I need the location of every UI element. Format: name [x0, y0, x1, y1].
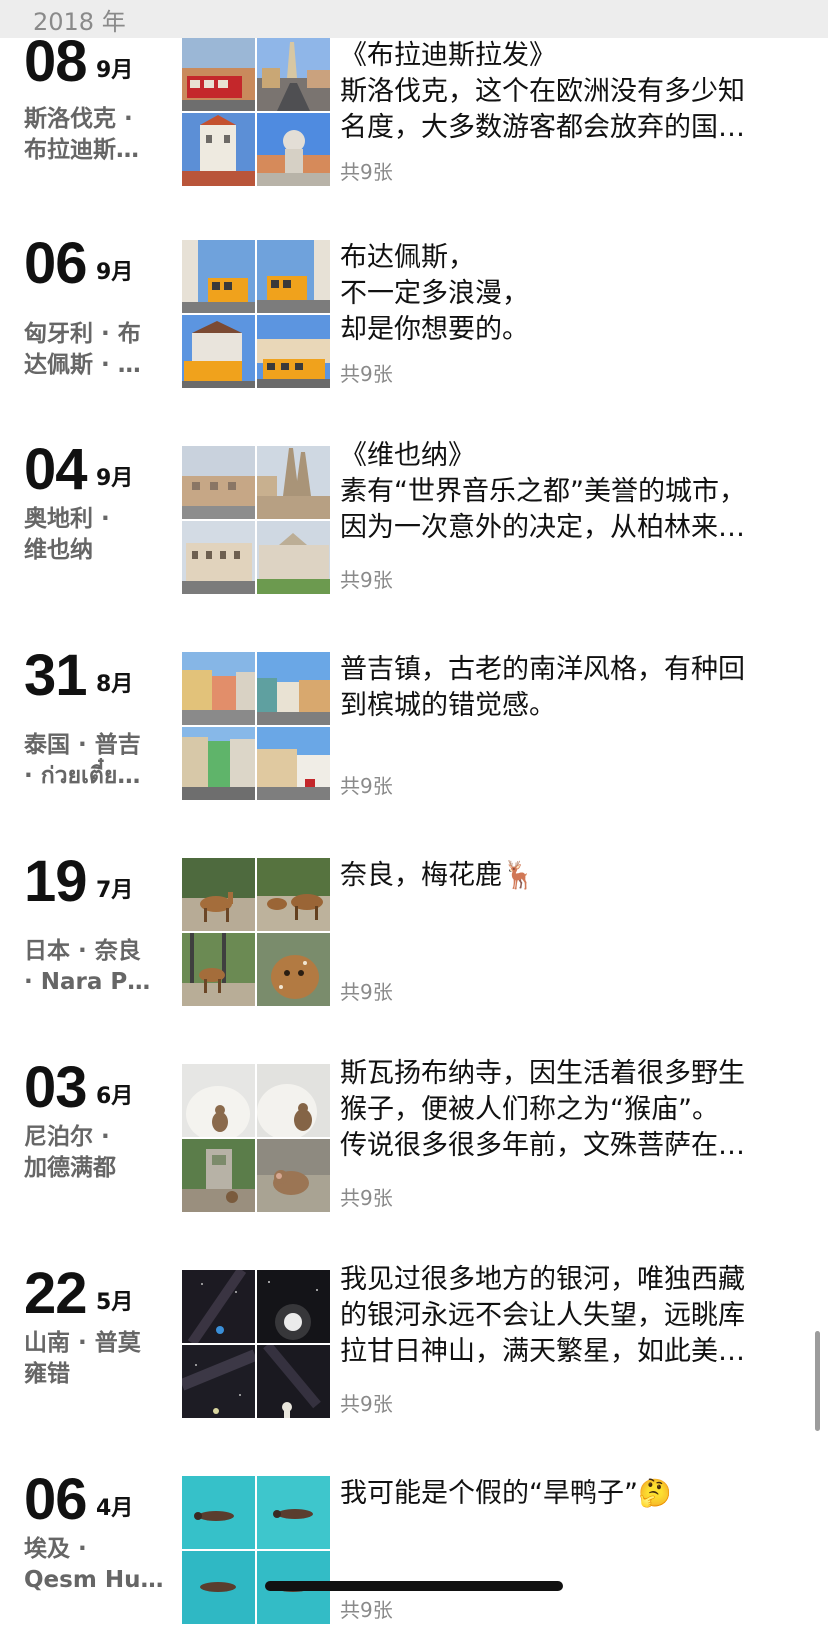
- photo-thumbnail[interactable]: [257, 933, 330, 1006]
- photo-thumbnail[interactable]: [182, 652, 255, 725]
- photo-count: 共9张: [340, 1186, 393, 1210]
- entry-month: 9月: [96, 58, 134, 83]
- photo-grid[interactable]: [182, 38, 330, 186]
- photo-thumbnail[interactable]: [257, 113, 330, 186]
- photo-thumbnail[interactable]: [182, 240, 255, 313]
- list-item[interactable]: 06 4月 埃及 · Qesm Hu… 我可能是个假的“旱鸭子”🤔 共9张: [0, 1468, 828, 1636]
- entry-day: 06: [24, 1467, 88, 1532]
- photo-grid[interactable]: [182, 240, 330, 388]
- photo-grid[interactable]: [182, 1064, 330, 1212]
- photo-thumbnail[interactable]: [182, 1551, 255, 1624]
- list-item[interactable]: 04 9月 奥地利 · 维也纳 《维也纳》 素有“世界音乐之都”美誉的城市， 因…: [0, 438, 828, 606]
- scrollbar[interactable]: [815, 1331, 820, 1431]
- home-indicator[interactable]: [265, 1581, 563, 1591]
- list-item[interactable]: 31 8月 泰国 · 普吉 · ก่วยเตี๋ย… 普吉镇，古老的南洋风格，有…: [0, 644, 828, 812]
- photo-thumbnail[interactable]: [257, 1270, 330, 1343]
- photo-thumbnail[interactable]: [182, 1270, 255, 1343]
- photo-grid[interactable]: [182, 652, 330, 800]
- photo-thumbnail[interactable]: [257, 652, 330, 725]
- entry-caption: 奈良，梅花鹿🦌: [340, 860, 536, 891]
- entry-month: 9月: [96, 466, 134, 491]
- entry-month: 6月: [96, 1084, 134, 1109]
- photo-thumbnail[interactable]: [182, 858, 255, 931]
- moments-feed: 08 9月 斯洛伐克 · 布拉迪斯… 《布拉迪斯拉发》 斯洛伐克，这个在欧洲没有…: [0, 0, 828, 1624]
- photo-thumbnail[interactable]: [257, 1139, 330, 1212]
- entry-caption: 斯瓦扬布纳寺，因生活着很多野生 猴子，便被人们称之为“猴庙”。 传说很多很多年前…: [340, 1058, 745, 1161]
- photo-grid[interactable]: [182, 1270, 330, 1418]
- photo-count: 共9张: [340, 1392, 393, 1416]
- photo-thumbnail[interactable]: [257, 240, 330, 313]
- photo-grid[interactable]: [182, 446, 330, 594]
- photo-count: 共9张: [340, 1598, 393, 1622]
- entry-month: 5月: [96, 1290, 134, 1315]
- photo-thumbnail[interactable]: [257, 1476, 330, 1549]
- list-item[interactable]: 03 6月 尼泊尔 · 加德满都 斯瓦扬布纳寺，因生活着很多野生 猴子，便被人们…: [0, 1056, 828, 1224]
- entry-caption: 《布拉迪斯拉发》 斯洛伐克，这个在欧洲没有多少知 名度，大多数游客都会放弃的国…: [340, 40, 745, 143]
- photo-thumbnail[interactable]: [182, 1345, 255, 1418]
- photo-thumbnail[interactable]: [257, 1064, 330, 1137]
- photo-count: 共9张: [340, 568, 393, 592]
- entry-caption: 我见过很多地方的银河，唯独西藏 的银河永远不会让人失望，远眺库 拉甘日神山，满天…: [340, 1264, 745, 1367]
- photo-thumbnail[interactable]: [182, 727, 255, 800]
- entry-month: 7月: [96, 878, 134, 903]
- entry-day: 04: [24, 437, 88, 502]
- photo-thumbnail[interactable]: [257, 446, 330, 519]
- photo-grid[interactable]: [182, 858, 330, 1006]
- entry-location: 泰国 · 普吉 · ก่วยเตี๋ย…: [24, 732, 141, 789]
- photo-thumbnail[interactable]: [257, 315, 330, 388]
- photo-count: 共9张: [340, 774, 393, 798]
- photo-thumbnail[interactable]: [257, 38, 330, 111]
- list-item[interactable]: 19 7月 日本 · 奈良 · Nara P… 奈良，梅花鹿🦌 共9张: [0, 850, 828, 1018]
- photo-count: 共9张: [340, 160, 393, 184]
- entry-location: 奥地利 · 维也纳: [24, 506, 110, 563]
- entry-caption: 布达佩斯， 不一定多浪漫， 却是你想要的。: [340, 242, 529, 345]
- year-header: 2018 年: [0, 0, 828, 38]
- entry-location: 尼泊尔 · 加德满都: [24, 1124, 116, 1181]
- entry-caption: 《维也纳》 素有“世界音乐之都”美誉的城市， 因为一次意外的决定，从柏林来…: [340, 440, 746, 543]
- list-item[interactable]: 22 5月 山南 · 普莫 雍错 我见过很多地方的银河，唯独西藏 的银河永远不会…: [0, 1262, 828, 1430]
- photo-thumbnail[interactable]: [182, 38, 255, 111]
- photo-thumbnail[interactable]: [182, 113, 255, 186]
- photo-thumbnail[interactable]: [182, 1139, 255, 1212]
- photo-thumbnail[interactable]: [257, 858, 330, 931]
- photo-thumbnail[interactable]: [182, 446, 255, 519]
- year-label: 2018 年: [33, 8, 126, 36]
- entry-day: 08: [24, 29, 88, 94]
- photo-grid[interactable]: [182, 1476, 330, 1624]
- photo-thumbnail[interactable]: [257, 727, 330, 800]
- entry-day: 06: [24, 231, 88, 296]
- entry-location: 斯洛伐克 · 布拉迪斯…: [24, 106, 139, 163]
- photo-thumbnail[interactable]: [257, 1345, 330, 1418]
- photo-thumbnail[interactable]: [182, 1064, 255, 1137]
- entry-location: 埃及 · Qesm Hu…: [24, 1536, 164, 1593]
- photo-thumbnail[interactable]: [257, 521, 330, 594]
- list-item[interactable]: 06 9月 匈牙利 · 布 达佩斯 · … 布达佩斯， 不一定多浪漫， 却是你想…: [0, 232, 828, 400]
- entry-day: 03: [24, 1055, 88, 1120]
- photo-count: 共9张: [340, 362, 393, 386]
- entry-day: 22: [24, 1261, 88, 1326]
- photo-thumbnail[interactable]: [182, 315, 255, 388]
- entry-month: 4月: [96, 1496, 134, 1521]
- entry-month: 8月: [96, 672, 134, 697]
- entry-location: 匈牙利 · 布 达佩斯 · …: [24, 321, 141, 378]
- photo-thumbnail[interactable]: [182, 933, 255, 1006]
- entry-caption: 我可能是个假的“旱鸭子”🤔: [340, 1478, 672, 1509]
- photo-thumbnail[interactable]: [182, 521, 255, 594]
- entry-caption: 普吉镇，古老的南洋风格，有种回 到槟城的错觉感。: [340, 654, 745, 721]
- entry-location: 山南 · 普莫 雍错: [24, 1330, 141, 1387]
- entry-day: 19: [24, 849, 88, 914]
- entry-location: 日本 · 奈良 · Nara P…: [24, 938, 151, 995]
- entry-day: 31: [24, 643, 88, 708]
- photo-count: 共9张: [340, 980, 393, 1004]
- list-item[interactable]: 08 9月 斯洛伐克 · 布拉迪斯… 《布拉迪斯拉发》 斯洛伐克，这个在欧洲没有…: [0, 30, 828, 198]
- photo-thumbnail[interactable]: [182, 1476, 255, 1549]
- entry-month: 9月: [96, 260, 134, 285]
